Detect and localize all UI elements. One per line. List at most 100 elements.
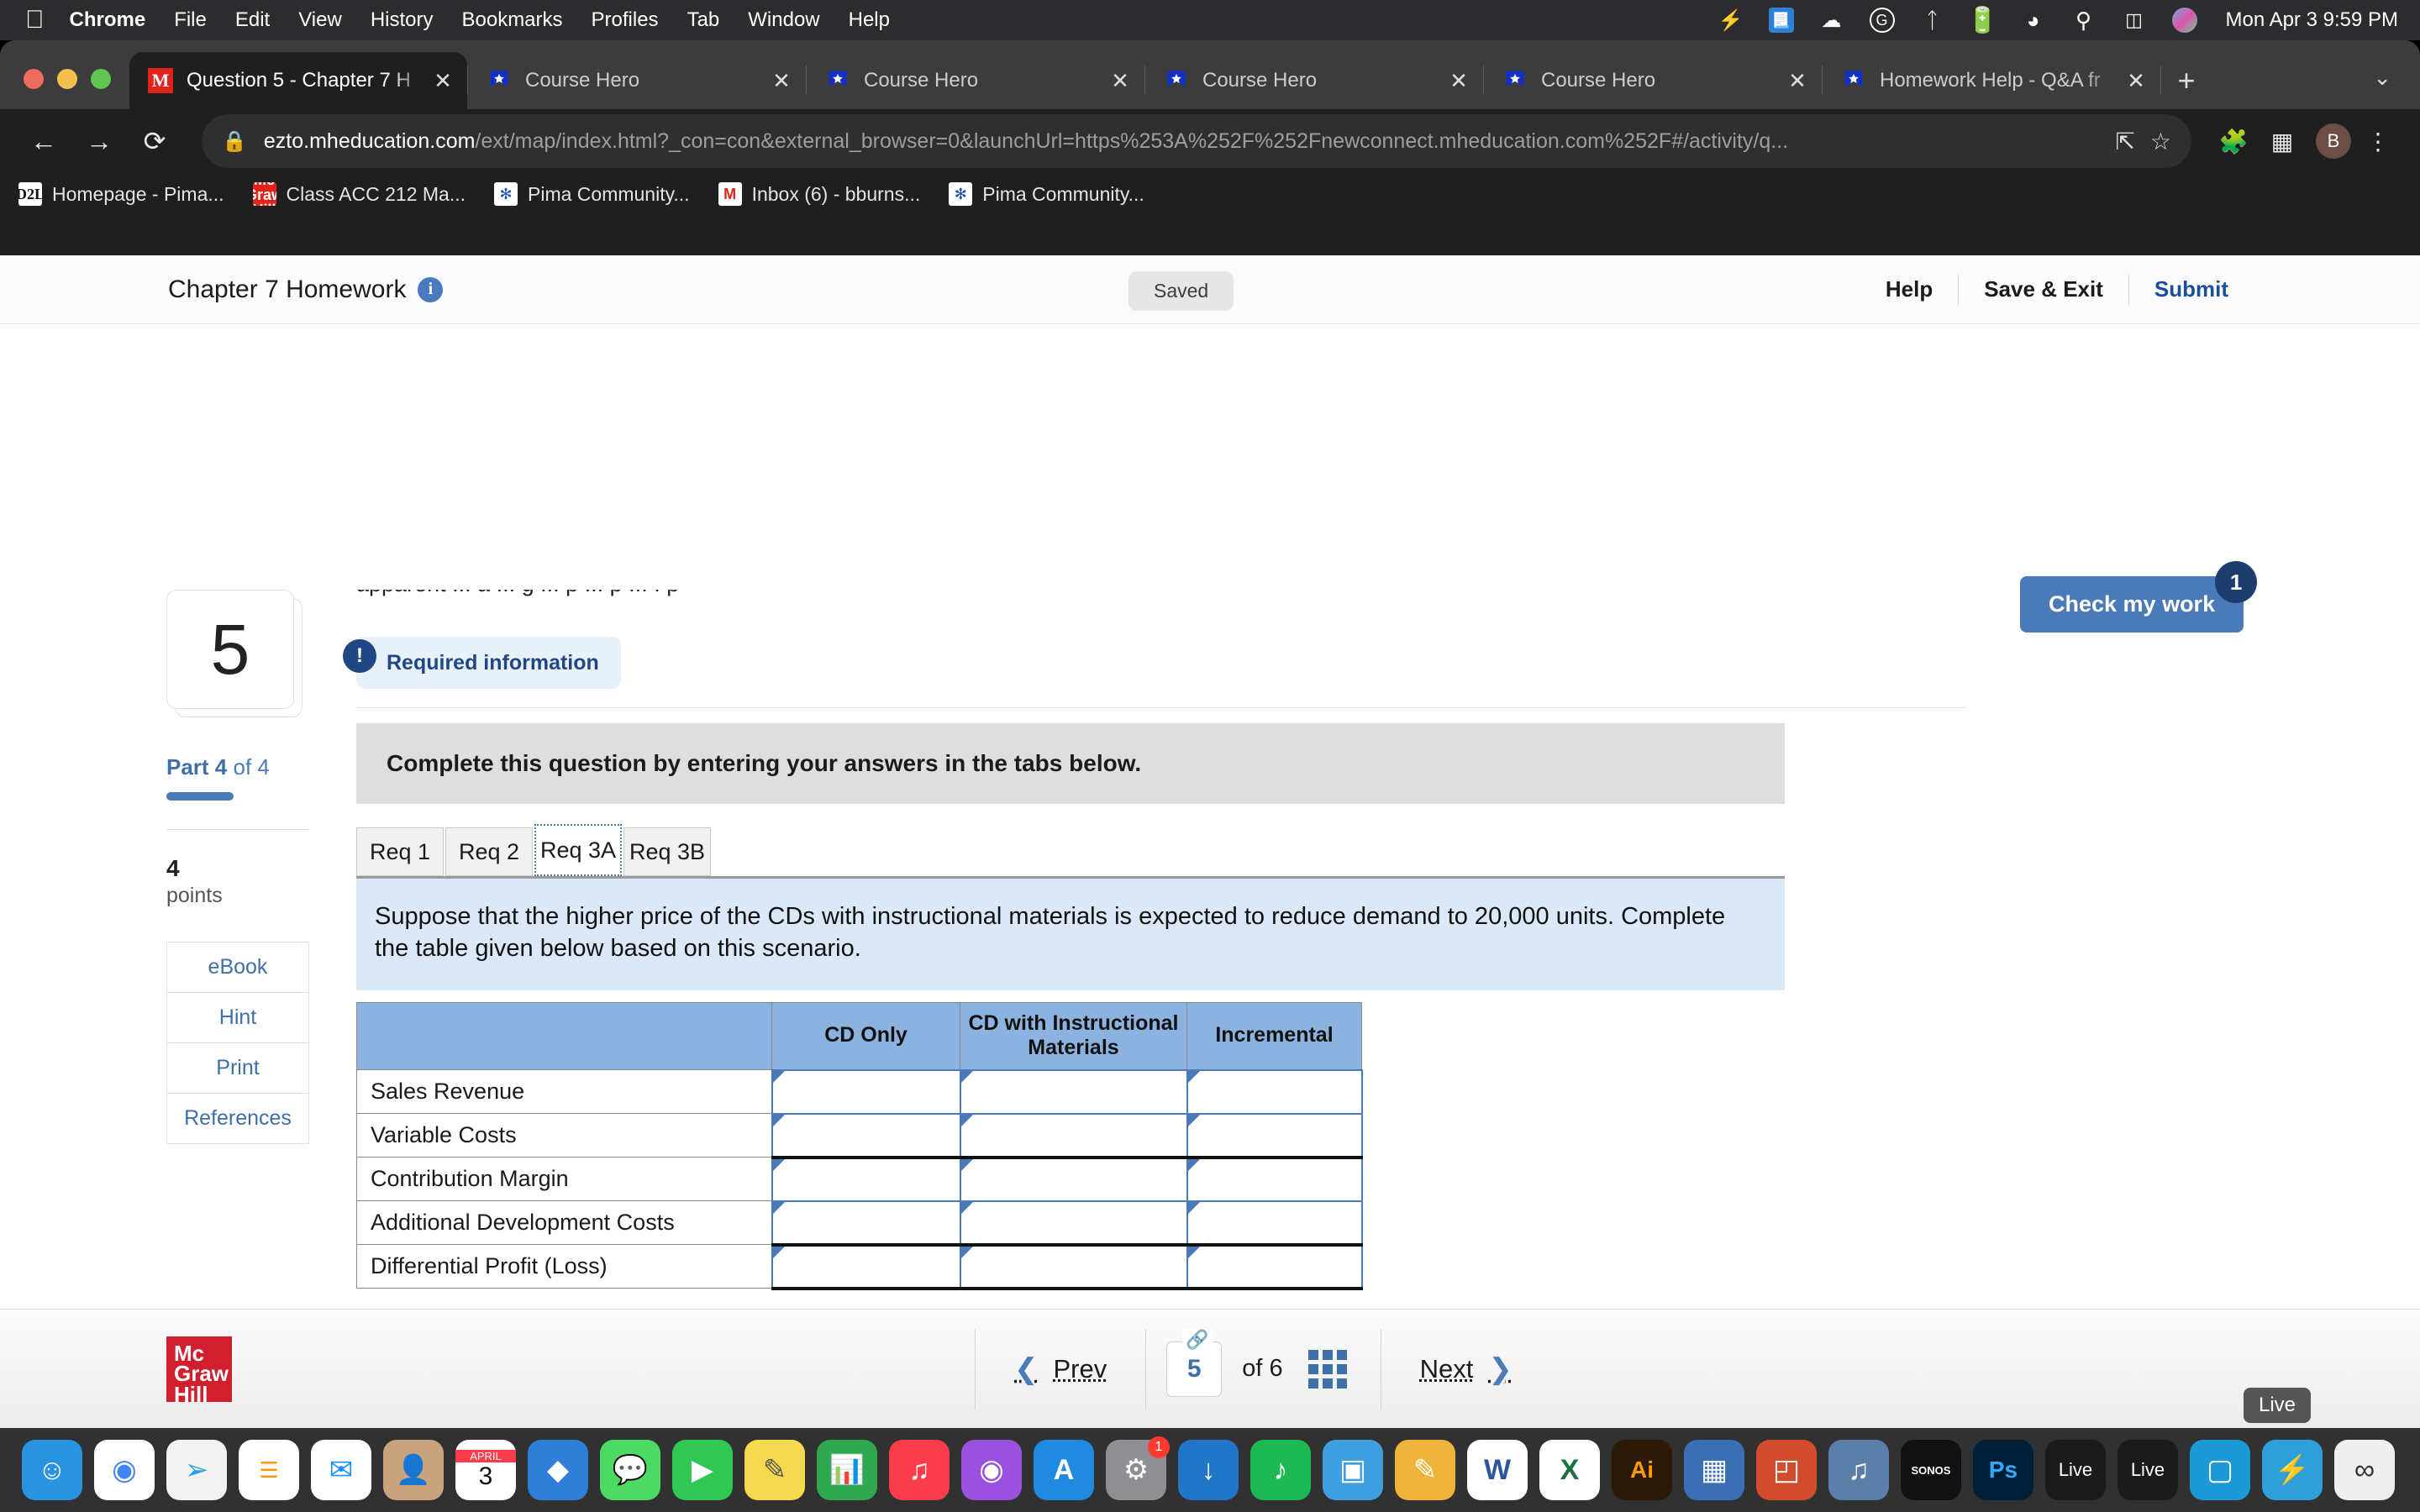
input-sales-revenue-cd-instructional[interactable] xyxy=(960,1070,1187,1114)
close-window-button[interactable] xyxy=(24,69,44,89)
system-settings-icon[interactable]: ⚙ 1 xyxy=(1106,1440,1166,1500)
input-differential-profit-incremental[interactable] xyxy=(1187,1245,1362,1289)
search-icon[interactable]: ⚲ xyxy=(2071,8,2096,33)
browser-tab-5[interactable]: Homework Help - Q&A fr ✕ xyxy=(1823,52,2160,109)
references-link[interactable]: References xyxy=(167,1094,308,1143)
input-differential-profit-cd-only[interactable] xyxy=(772,1245,960,1289)
safari-icon[interactable]: ➢ xyxy=(166,1440,227,1500)
menu-chrome[interactable]: Chrome xyxy=(70,8,146,32)
browser-tab-4[interactable]: Course Hero ✕ xyxy=(1484,52,1822,109)
input-variable-costs-incremental[interactable] xyxy=(1187,1114,1362,1158)
bookmark-item-2[interactable]: ✻ Pima Community... xyxy=(494,182,690,206)
bookmark-star-icon[interactable]: ☆ xyxy=(2150,128,2171,155)
tab-req-3b[interactable]: Req 3B xyxy=(623,827,711,876)
menu-bar-clock[interactable]: Mon Apr 3 9:59 PM xyxy=(2226,8,2398,32)
appstore-blue-icon[interactable]: ◆ xyxy=(528,1440,588,1500)
share-icon[interactable]: ⇱ xyxy=(2115,128,2134,155)
submit-link[interactable]: Submit xyxy=(2129,276,2254,302)
facetime-icon[interactable]: ▶ xyxy=(672,1440,733,1500)
bookmark-item-4[interactable]: ✻ Pima Community... xyxy=(949,182,1144,206)
messages-icon[interactable]: 💬 xyxy=(600,1440,660,1500)
bookmark-item-0[interactable]: D2L Homepage - Pima... xyxy=(18,182,224,206)
finder-icon[interactable]: ☺ xyxy=(22,1440,82,1500)
minimize-window-button[interactable] xyxy=(57,69,77,89)
menu-history[interactable]: History xyxy=(371,8,434,32)
audio-app-icon[interactable]: ♫ xyxy=(1828,1440,1889,1500)
page-number-input[interactable]: 🔗 5 xyxy=(1166,1341,1222,1397)
control-center-icon[interactable]: ◫ xyxy=(2122,8,2147,33)
save-and-exit-link[interactable]: Save & Exit xyxy=(1959,276,2128,302)
notes-icon[interactable]: ✎ xyxy=(744,1440,805,1500)
reload-button[interactable]: ⟳ xyxy=(131,118,178,165)
reminders-icon[interactable]: ☰ xyxy=(239,1440,299,1500)
address-bar[interactable]: 🔒 ezto.mheducation.com /ext/map/index.ht… xyxy=(202,114,2191,168)
check-my-work-button[interactable]: Check my work xyxy=(2020,576,2244,633)
siri-icon[interactable] xyxy=(2172,8,2197,33)
input-differential-profit-cd-instructional[interactable] xyxy=(960,1245,1187,1289)
print-link[interactable]: Print xyxy=(167,1043,308,1094)
menu-window[interactable]: Window xyxy=(748,8,819,32)
screenshot-icon[interactable]: 📃 xyxy=(1769,8,1794,33)
bookmark-item-1[interactable]: McGrawHill Class ACC 212 Ma... xyxy=(253,182,466,206)
maximize-window-button[interactable] xyxy=(91,69,111,89)
photoshop-icon[interactable]: Ps xyxy=(1973,1440,2033,1500)
apple-icon[interactable]:  xyxy=(25,8,45,33)
back-button[interactable]: ← xyxy=(20,118,67,165)
input-sales-revenue-cd-only[interactable] xyxy=(772,1070,960,1114)
input-variable-costs-cd-instructional[interactable] xyxy=(960,1114,1187,1158)
browser-tab-2[interactable]: Course Hero ✕ xyxy=(807,52,1144,109)
menu-tab[interactable]: Tab xyxy=(687,8,720,32)
menu-file[interactable]: File xyxy=(174,8,207,32)
menu-bookmarks[interactable]: Bookmarks xyxy=(461,8,562,32)
box-icon[interactable]: ▢ xyxy=(2190,1440,2250,1500)
menu-edit[interactable]: Edit xyxy=(235,8,270,32)
wifi-icon[interactable]: ◕ xyxy=(2021,8,2046,33)
illustrator-icon[interactable]: Ai xyxy=(1612,1440,1672,1500)
music-icon[interactable]: ♫ xyxy=(889,1440,950,1500)
ebook-link[interactable]: eBook xyxy=(167,942,308,993)
preview-icon[interactable]: ▣ xyxy=(1323,1440,1383,1500)
browser-tab-1[interactable]: Course Hero ✕ xyxy=(468,52,806,109)
grid-icon[interactable] xyxy=(1308,1350,1347,1389)
spotify-icon[interactable]: ♪ xyxy=(1250,1440,1311,1500)
bookmark-item-3[interactable]: M Inbox (6) - bburns... xyxy=(718,182,921,206)
input-variable-costs-cd-only[interactable] xyxy=(772,1114,960,1158)
bluetooth-icon[interactable]: ᛏ xyxy=(1920,8,1945,33)
infinity-icon[interactable]: ∞ xyxy=(2334,1440,2395,1500)
chrome-menu-icon[interactable]: ⋮ xyxy=(2356,119,2400,163)
menu-profiles[interactable]: Profiles xyxy=(592,8,659,32)
browser-tab-0[interactable]: M Question 5 - Chapter 7 H ✕ xyxy=(129,52,467,109)
input-additional-dev-costs-incremental[interactable] xyxy=(1187,1201,1362,1245)
input-contribution-margin-cd-only[interactable] xyxy=(772,1158,960,1201)
info-icon[interactable]: i xyxy=(418,277,443,302)
input-contribution-margin-cd-instructional[interactable] xyxy=(960,1158,1187,1201)
cloud-icon[interactable]: ☁ xyxy=(1819,8,1844,33)
close-tab-icon[interactable]: ✕ xyxy=(429,68,457,94)
menu-help[interactable]: Help xyxy=(849,8,890,32)
calendar-icon[interactable]: APRIL 3 xyxy=(455,1440,516,1500)
live-icon-1[interactable]: Live xyxy=(2045,1440,2106,1500)
extensions-icon[interactable]: 🧩 xyxy=(2212,119,2255,163)
input-contribution-margin-incremental[interactable] xyxy=(1187,1158,1362,1201)
close-tab-icon[interactable]: ✕ xyxy=(1783,68,1812,94)
close-tab-icon[interactable]: ✕ xyxy=(767,68,796,94)
word-icon[interactable]: W xyxy=(1467,1440,1528,1500)
hint-link[interactable]: Hint xyxy=(167,993,308,1043)
menu-view[interactable]: View xyxy=(298,8,342,32)
lightning-icon[interactable]: ⚡ xyxy=(1718,8,1744,33)
appstore-icon[interactable]: A xyxy=(1034,1440,1094,1500)
sonos-icon[interactable]: SONOS xyxy=(1901,1440,1961,1500)
grid-app-icon[interactable]: ▦ xyxy=(1684,1440,1744,1500)
close-tab-icon[interactable]: ✕ xyxy=(2122,68,2150,94)
tab-req-1[interactable]: Req 1 xyxy=(356,827,444,876)
tab-req-3a[interactable]: Req 3A xyxy=(534,824,622,876)
forward-button[interactable]: → xyxy=(76,118,123,165)
next-page-button[interactable]: Next ❯ xyxy=(1381,1352,1551,1386)
excel-icon[interactable]: X xyxy=(1539,1440,1600,1500)
input-additional-dev-costs-cd-only[interactable] xyxy=(772,1201,960,1245)
live-icon-2[interactable]: Live xyxy=(2118,1440,2178,1500)
chrome-icon[interactable]: ◉ xyxy=(94,1440,155,1500)
avatar[interactable]: B xyxy=(2316,123,2351,159)
podcasts-icon[interactable]: ◉ xyxy=(961,1440,1022,1500)
input-additional-dev-costs-cd-instructional[interactable] xyxy=(960,1201,1187,1245)
